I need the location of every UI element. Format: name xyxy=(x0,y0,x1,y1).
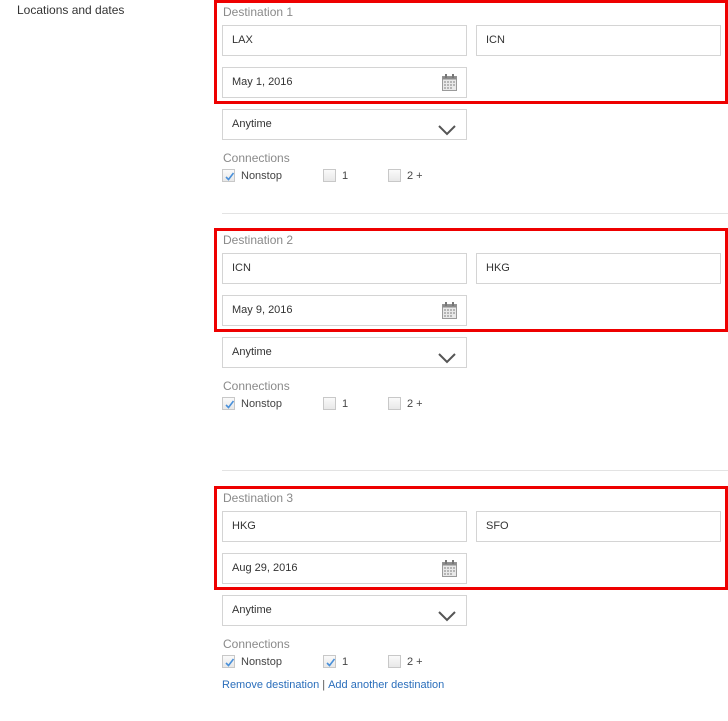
connection-option-2[interactable]: 2 + xyxy=(388,655,423,668)
checkbox-label: Nonstop xyxy=(241,169,282,182)
checkbox-label: Nonstop xyxy=(241,655,282,668)
checkbox[interactable] xyxy=(323,397,336,410)
checkbox-label: 2 + xyxy=(407,655,423,668)
date-value: May 1, 2016 xyxy=(232,76,293,88)
destination-links: Remove destination | Add another destinati… xyxy=(222,679,444,691)
section-label: Locations and dates xyxy=(17,3,125,17)
checkbox-label: 2 + xyxy=(407,169,423,182)
checkbox[interactable] xyxy=(323,655,336,668)
checkbox[interactable] xyxy=(222,169,235,182)
checkbox-label: 2 + xyxy=(407,397,423,410)
chevron-down-icon xyxy=(438,119,456,136)
time-select-value: Anytime xyxy=(232,604,272,616)
calendar-icon[interactable] xyxy=(442,74,457,91)
connections-label: Connections xyxy=(223,379,290,393)
connection-option-0[interactable]: Nonstop xyxy=(222,397,282,410)
divider xyxy=(222,213,728,214)
checkbox-label: 1 xyxy=(342,169,349,182)
connection-option-0[interactable]: Nonstop xyxy=(222,169,282,182)
checkbox-label: Nonstop xyxy=(241,397,282,410)
remove-destination-link[interactable]: Remove destination xyxy=(222,679,319,691)
date-value: Aug 29, 2016 xyxy=(232,562,298,574)
connection-option-1[interactable]: 1 xyxy=(323,655,348,668)
checkbox[interactable] xyxy=(388,655,401,668)
calendar-icon[interactable] xyxy=(442,302,457,319)
time-select[interactable]: Anytime xyxy=(222,109,467,140)
destination-title: Destination 2 xyxy=(223,233,294,247)
time-select[interactable]: Anytime xyxy=(222,595,467,626)
connection-option-1[interactable]: 1 xyxy=(323,397,348,410)
checkbox[interactable] xyxy=(388,397,401,410)
connection-option-2[interactable]: 2 + xyxy=(388,397,423,410)
checkbox-label: 1 xyxy=(342,655,349,668)
link-separator: | xyxy=(322,679,326,691)
chevron-down-icon xyxy=(438,347,456,364)
date-input[interactable]: May 1, 2016 xyxy=(222,67,467,98)
connection-option-2[interactable]: 2 + xyxy=(388,169,423,182)
checkbox[interactable] xyxy=(323,169,336,182)
destination-input[interactable]: ICN xyxy=(476,25,721,56)
divider xyxy=(222,470,728,471)
date-value: May 9, 2016 xyxy=(232,304,293,316)
date-input[interactable]: May 9, 2016 xyxy=(222,295,467,326)
checkbox[interactable] xyxy=(222,655,235,668)
checkbox[interactable] xyxy=(222,397,235,410)
add-destination-link[interactable]: Add another destination xyxy=(328,679,444,691)
calendar-icon[interactable] xyxy=(442,560,457,577)
origin-input[interactable]: LAX xyxy=(222,25,467,56)
checkbox[interactable] xyxy=(388,169,401,182)
time-select-value: Anytime xyxy=(232,346,272,358)
checkbox-label: 1 xyxy=(342,397,349,410)
destination-title: Destination 1 xyxy=(223,5,294,19)
destination-input[interactable]: SFO xyxy=(476,511,721,542)
connection-option-1[interactable]: 1 xyxy=(323,169,348,182)
origin-input[interactable]: ICN xyxy=(222,253,467,284)
time-select-value: Anytime xyxy=(232,118,272,130)
date-input[interactable]: Aug 29, 2016 xyxy=(222,553,467,584)
destination-input[interactable]: HKG xyxy=(476,253,721,284)
connections-label: Connections xyxy=(223,151,290,165)
destination-title: Destination 3 xyxy=(223,491,294,505)
chevron-down-icon xyxy=(438,605,456,622)
origin-input[interactable]: HKG xyxy=(222,511,467,542)
connections-label: Connections xyxy=(223,637,290,651)
time-select[interactable]: Anytime xyxy=(222,337,467,368)
connection-option-0[interactable]: Nonstop xyxy=(222,655,282,668)
